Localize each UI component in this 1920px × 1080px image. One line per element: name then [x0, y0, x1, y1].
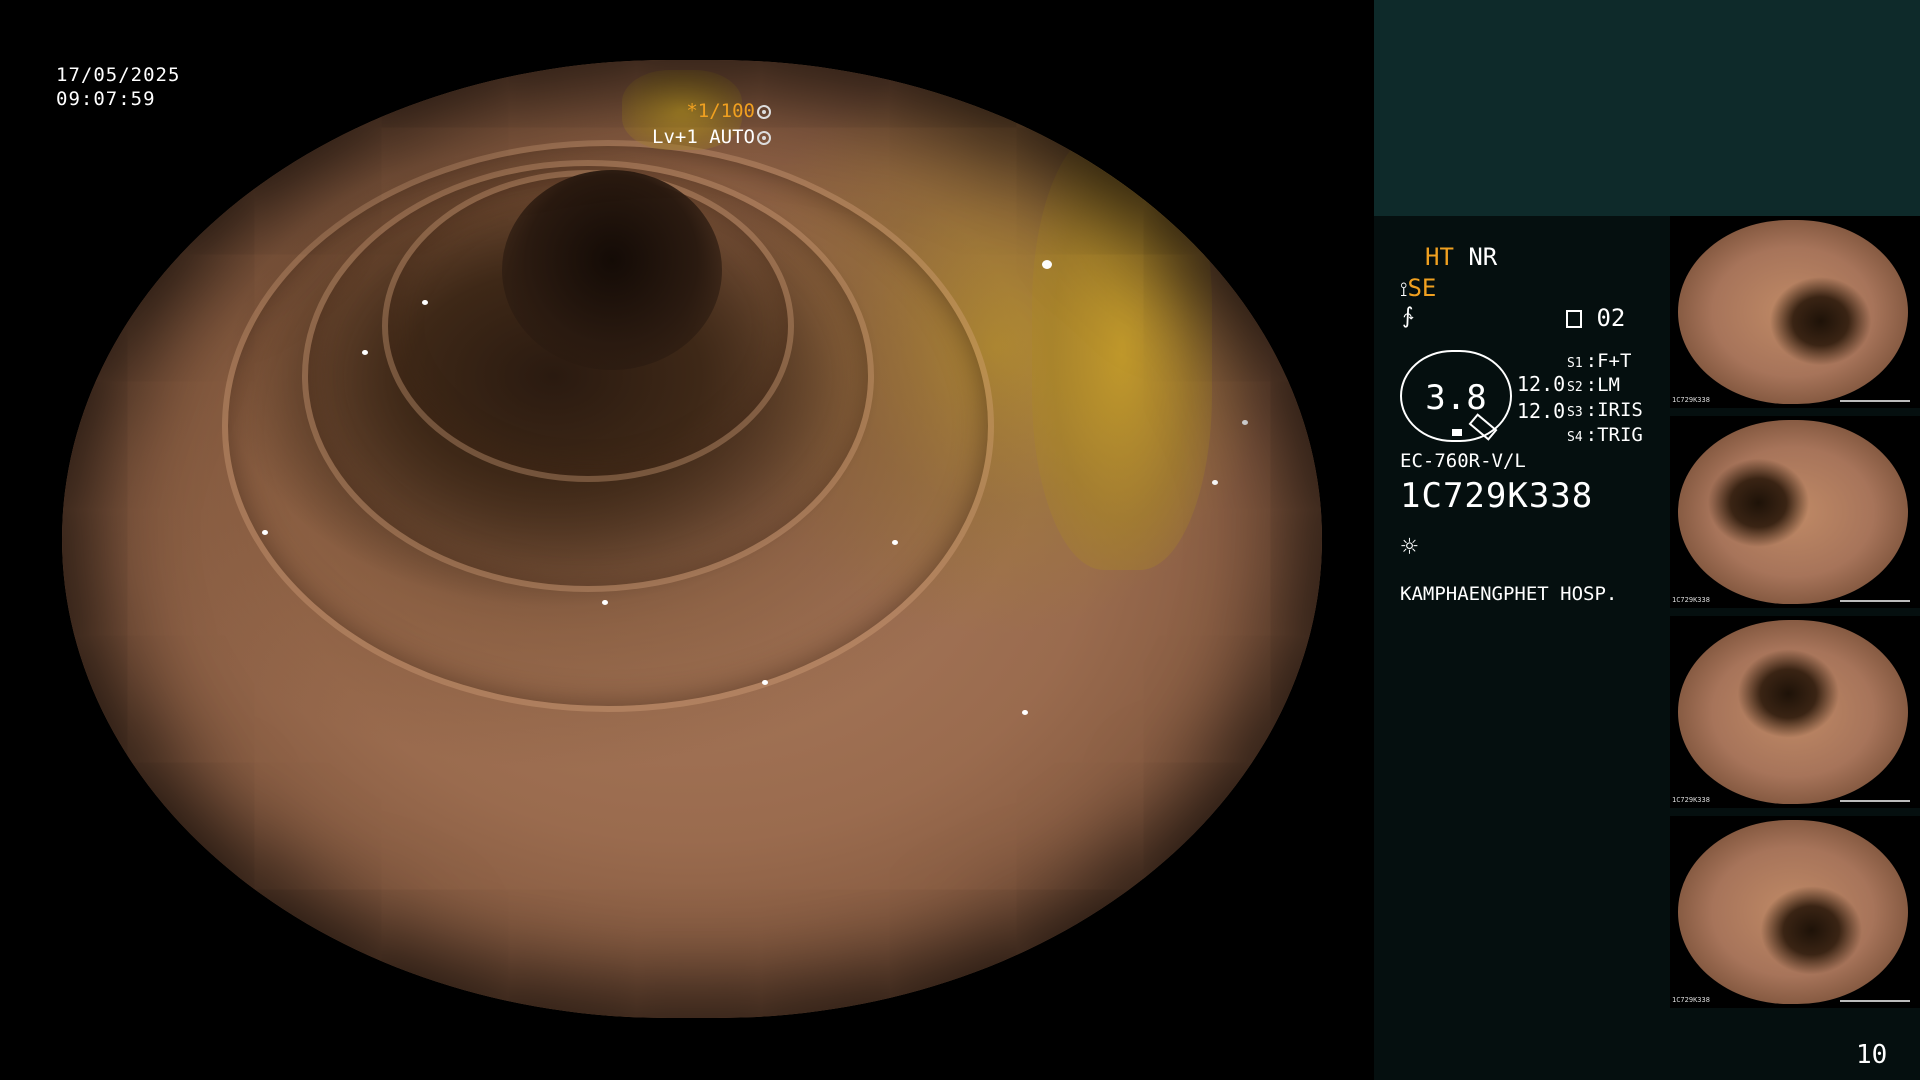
panel-header	[1374, 0, 1920, 216]
magnification-gauge: 3.8	[1400, 350, 1512, 442]
memory-icon	[1566, 310, 1582, 328]
vignette	[62, 60, 1322, 1018]
thumbnail-4[interactable]: 1C729K338	[1670, 816, 1920, 1008]
se-row: ⟟SE	[1400, 274, 1436, 302]
value-a: 12.0	[1517, 372, 1566, 396]
thumbnail-image	[1678, 620, 1908, 804]
scope-model: EC-760R-V/L	[1400, 450, 1526, 472]
switch-s4: S4:TRIG	[1567, 424, 1643, 446]
exposure-overlay: *1/100 Lv+1 AUTO	[652, 98, 771, 150]
thumbnail-caption: 1C729K338	[1672, 796, 1710, 804]
light-source-icon: ☼	[1401, 530, 1418, 563]
value-b: 12.0	[1517, 399, 1566, 423]
nr-label: NR	[1468, 243, 1498, 271]
thumbnail-image	[1678, 820, 1908, 1004]
brightness-level: Lv+1 AUTO	[652, 126, 755, 148]
switch-s3: S3:IRIS	[1567, 399, 1643, 421]
thumbnail-3[interactable]: 1C729K338	[1670, 616, 1920, 808]
time-text: 09:07:59	[56, 88, 156, 110]
hospital-name: KAMPHAENGPHET HOSP.	[1400, 583, 1618, 605]
thumbnail-caption: 1C729K338	[1672, 996, 1710, 1004]
thumbnail-1[interactable]: 1C729K338	[1670, 216, 1920, 408]
thumbnail-caption: 1C729K338	[1672, 596, 1710, 604]
scope-serial: 1C729K338	[1400, 476, 1594, 516]
ht-label: HT	[1425, 243, 1454, 271]
ht-nr-row: HT NR	[1425, 243, 1497, 271]
auto-iris-icon	[757, 131, 771, 145]
page-number: 10	[1856, 1040, 1888, 1070]
switch-s2: S2:LM	[1567, 374, 1620, 396]
timestamp: 17/05/2025 09:07:59	[56, 63, 180, 111]
memory-row: 02	[1566, 304, 1625, 332]
shutter-speed: *1/100	[686, 100, 755, 122]
gauge-tick	[1452, 429, 1462, 436]
color-mode-icon: ∱	[1402, 304, 1414, 329]
date-text: 17/05/2025	[56, 64, 181, 86]
endoscope-view-area: 17/05/2025 09:07:59 *1/100 Lv+1 AUTO	[0, 0, 1373, 1080]
thumbnail-image	[1678, 220, 1908, 404]
switch-s1: S1:F+T	[1567, 350, 1632, 372]
thumbnail-caption: 1C729K338	[1672, 396, 1710, 404]
se-label: SE	[1407, 274, 1437, 302]
gauge-value: 3.8	[1425, 378, 1487, 418]
thumbnail-image	[1678, 420, 1908, 604]
memory-slot: 02	[1596, 304, 1626, 332]
endoscope-image	[62, 60, 1322, 1018]
shutter-icon	[757, 105, 771, 119]
thumbnail-2[interactable]: 1C729K338	[1670, 416, 1920, 608]
